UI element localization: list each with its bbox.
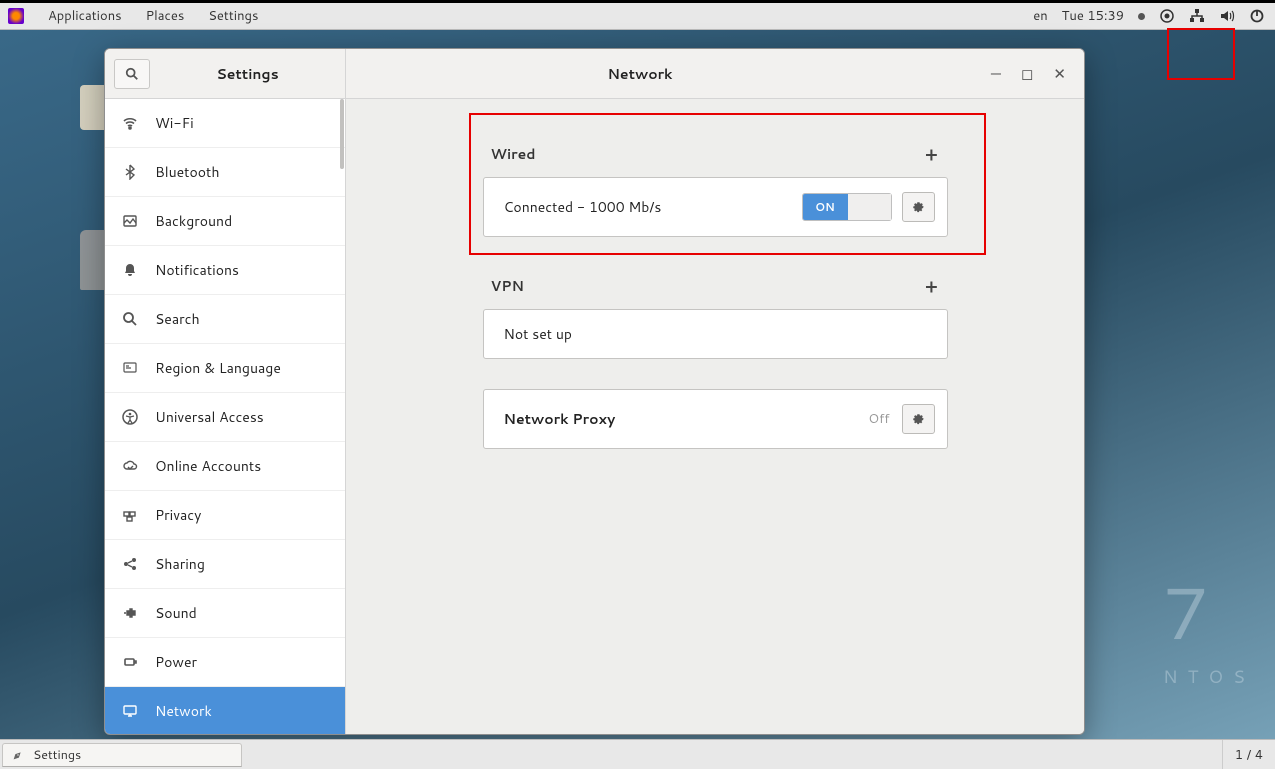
bluetooth-icon — [121, 164, 139, 180]
sidebar-item-power[interactable]: Power — [105, 638, 345, 687]
sidebar-item-label: Power — [155, 652, 197, 672]
accessibility-icon — [121, 409, 139, 425]
sidebar-item-search[interactable]: Search — [105, 295, 345, 344]
sidebar-item-notifications[interactable]: Notifications — [105, 246, 345, 295]
share-icon — [121, 556, 139, 572]
screen-record-icon[interactable] — [1159, 8, 1175, 24]
network-icon — [121, 703, 139, 719]
highlight-tray-network — [1167, 28, 1235, 80]
network-tray-icon[interactable] — [1189, 8, 1205, 24]
globe-icon — [121, 360, 139, 376]
sidebar-item-label: Search — [155, 309, 200, 329]
proxy-title: Network Proxy — [504, 409, 869, 429]
wired-connection-row: Connected - 1000 Mb/s ON — [483, 177, 948, 237]
settings-window: Settings Network — ◻ ✕ Wi-Fi Bluetooth Bac… — [104, 48, 1085, 735]
bottom-taskbar: Settings 1 / 4 — [0, 739, 1275, 769]
sidebar-item-label: Notifications — [155, 260, 239, 280]
sidebar-item-bluetooth[interactable]: Bluetooth — [105, 148, 345, 197]
distro-icon — [8, 8, 24, 24]
close-button[interactable]: ✕ — [1053, 63, 1066, 84]
window-title: Network — [346, 49, 934, 98]
add-vpn-button[interactable]: + — [925, 273, 943, 299]
keyboard-lang[interactable]: en — [1033, 7, 1047, 25]
power-icon — [121, 654, 139, 670]
cloud-icon — [121, 458, 139, 474]
menu-places[interactable]: Places — [146, 7, 185, 25]
sidebar-item-sharing[interactable]: Sharing — [105, 540, 345, 589]
volume-tray-icon[interactable] — [1219, 8, 1235, 24]
minimize-button[interactable]: — — [991, 63, 1001, 84]
settings-sidebar: Wi-Fi Bluetooth Background Notifications Sea… — [105, 99, 346, 734]
sidebar-item-wi-fi[interactable]: Wi-Fi — [105, 99, 345, 148]
wired-status: Connected - 1000 Mb/s — [504, 197, 802, 217]
sidebar-item-online-accounts[interactable]: Online Accounts — [105, 442, 345, 491]
wired-settings-button[interactable] — [902, 192, 935, 222]
sound-icon — [121, 605, 139, 621]
sidebar-item-label: Sound — [155, 603, 197, 623]
sidebar-item-label: Online Accounts — [155, 456, 261, 476]
search-button[interactable] — [114, 59, 150, 89]
vpn-row: Not set up — [483, 309, 948, 359]
sidebar-item-label: Wi-Fi — [155, 113, 194, 133]
sidebar-item-label: Universal Access — [155, 407, 264, 427]
sidebar-item-label: Privacy — [155, 505, 201, 525]
titlebar: Settings Network — ◻ ✕ — [105, 49, 1084, 99]
menu-applications[interactable]: Applications — [48, 7, 122, 25]
settings-content: Wired + Connected - 1000 Mb/s ON VPN + — [346, 99, 1084, 734]
proxy-status: Off — [868, 410, 889, 428]
background-icon — [121, 213, 139, 229]
sidebar-item-background[interactable]: Background — [105, 197, 345, 246]
os-watermark: 7NTOS — [1163, 561, 1255, 689]
taskbar-app-settings[interactable]: Settings — [2, 743, 242, 767]
notification-dot-icon — [1138, 13, 1145, 20]
sidebar-item-label: Bluetooth — [155, 162, 219, 182]
clock[interactable]: Tue 15:39 — [1062, 7, 1124, 25]
sidebar-item-universal-access[interactable]: Universal Access — [105, 393, 345, 442]
wired-toggle[interactable]: ON — [802, 193, 892, 221]
search-icon — [121, 311, 139, 327]
scrollbar[interactable] — [340, 99, 344, 169]
vpn-section-title: VPN — [491, 276, 524, 296]
bell-icon — [121, 262, 139, 278]
sidebar-title: Settings — [150, 64, 345, 84]
sidebar-item-label: Background — [155, 211, 232, 231]
wired-section-title: Wired — [491, 144, 536, 164]
maximize-button[interactable]: ◻ — [1021, 63, 1033, 84]
vpn-status: Not set up — [504, 324, 935, 344]
taskbar-app-label: Settings — [33, 746, 81, 764]
proxy-settings-button[interactable] — [902, 404, 935, 434]
power-tray-icon[interactable] — [1249, 8, 1265, 24]
menu-settings[interactable]: Settings — [208, 7, 258, 25]
sidebar-item-label: Region & Language — [155, 358, 281, 378]
sidebar-item-label: Sharing — [155, 554, 205, 574]
network-proxy-row[interactable]: Network Proxy Off — [483, 389, 948, 449]
lock-icon — [121, 507, 139, 523]
top-menu-bar: Applications Places Settings en Tue 15:3… — [0, 0, 1275, 30]
workspace-pager[interactable]: 1 / 4 — [1222, 740, 1275, 769]
sidebar-item-sound[interactable]: Sound — [105, 589, 345, 638]
sidebar-item-network[interactable]: Network — [105, 687, 345, 734]
sidebar-item-label: Network — [155, 701, 212, 721]
add-wired-button[interactable]: + — [925, 141, 943, 167]
sidebar-item-region-language[interactable]: Region & Language — [105, 344, 345, 393]
sidebar-item-privacy[interactable]: Privacy — [105, 491, 345, 540]
wifi-icon — [121, 115, 139, 131]
